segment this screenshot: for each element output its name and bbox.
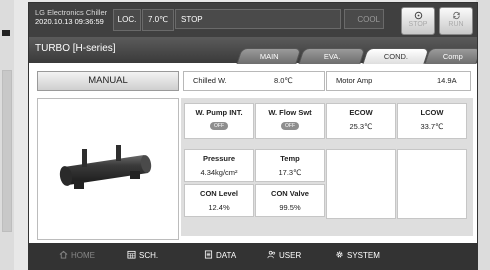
chilled-water-field: Chilled W. 8.0℃ [183,71,325,91]
cell-value: 12.4% [208,203,230,212]
tab-eva[interactable]: EVA. [298,48,366,64]
cell-label: LCOW [420,108,444,117]
left-bezel-panel [2,70,12,232]
parameter-panel: W. Pump INT. OFF W. Flow Swt OFF ECOW 25… [181,98,473,236]
refresh-icon [452,11,460,20]
chiller-screen: LG Electronics Chiller 2020.10.13 09:36:… [28,2,478,270]
tab-main[interactable]: MAIN [236,48,302,64]
datetime: 2020.10.13 09:36:59 [35,17,104,26]
nav-schedule[interactable]: SCH. [127,243,158,269]
left-bezel [0,0,14,270]
bottom-nav: HOME SCH. DATA USER SYSTEM [29,243,477,269]
gear-icon [336,251,343,258]
cell-value: 99.5% [279,203,301,212]
status-bar: LG Electronics Chiller 2020.10.13 09:36:… [29,3,477,37]
nav-data-label: DATA [216,251,237,260]
lcow-cell: LCOW 33.7℃ [397,103,467,139]
cell-label: ECOW [349,108,373,117]
cell-value: 33.7℃ [420,122,444,131]
run-button[interactable]: RUN [439,7,473,35]
nav-user[interactable]: USER [267,243,301,269]
cell-value: 17.3℃ [278,168,302,177]
nav-system-label: SYSTEM [347,251,380,260]
run-label: RUN [448,21,464,28]
data-icon [204,250,213,259]
condenser-illustration [59,145,152,189]
con-level-cell: CON Level 12.4% [184,184,254,217]
cell-label: W. Pump INT. [195,108,243,117]
stop-label: STOP [408,21,428,28]
nav-home-label: HOME [71,251,95,260]
nav-data[interactable]: DATA [204,243,236,269]
manual-button[interactable]: MANUAL [37,71,179,91]
con-valve-cell: CON Valve 99.5% [255,184,325,217]
brand-name: LG Electronics Chiller [35,8,108,17]
nav-schedule-label: SCH. [139,251,159,260]
nav-system[interactable]: SYSTEM [335,243,380,269]
condenser-image-box [37,98,179,240]
chilled-water-value: 8.0℃ [274,76,293,85]
empty-cell [397,149,467,219]
water-flow-switch-cell: W. Flow Swt OFF [255,103,325,139]
empty-cell [326,149,396,219]
calendar-icon [127,251,136,259]
cell-label: CON Level [200,189,238,198]
ecow-cell: ECOW 25.3℃ [326,103,396,139]
cell-label: W. Flow Swt [268,108,312,117]
temp-cell: Temp 17.3℃ [255,149,325,182]
run-state: STOP [175,9,341,29]
right-bezel [476,0,490,270]
cell-label: CON Valve [271,189,309,198]
tab-cond[interactable]: COND. [362,48,430,64]
title-tab-bar: TURBO [H-series] MAIN EVA. COND. Comp [29,37,477,64]
cell-value: 25.3℃ [349,122,373,131]
model-title: TURBO [H-series] [35,43,116,54]
chilled-water-label: Chilled W. [193,76,227,85]
tab-comp[interactable]: Comp [424,48,477,64]
control-mode: LOC. [113,9,141,31]
cell-label: Temp [280,154,300,163]
water-pump-interlock-cell: W. Pump INT. OFF [184,103,254,139]
cell-value: 4.34kg/cm² [200,168,238,177]
brand-block: LG Electronics Chiller 2020.10.13 09:36:… [35,8,107,26]
power-icon [414,11,422,20]
motor-amp-label: Motor Amp [336,76,373,85]
setpoint-temperature: 7.0℃ [142,9,174,31]
motor-amp-value: 14.9A [437,76,457,85]
nav-user-label: USER [279,251,302,260]
user-icon [267,251,276,259]
cell-label: Pressure [202,154,236,163]
home-icon [59,251,68,259]
stop-button[interactable]: STOP [401,7,435,35]
motor-amp-field: Motor Amp 14.9A [326,71,471,91]
water-flow-toggle[interactable]: OFF [281,122,299,130]
operation-mode: COOL [344,9,384,29]
left-bezel-mark [2,30,10,36]
nav-home[interactable]: HOME [59,243,95,269]
water-pump-toggle[interactable]: OFF [210,122,228,130]
pressure-cell: Pressure 4.34kg/cm² [184,149,254,182]
